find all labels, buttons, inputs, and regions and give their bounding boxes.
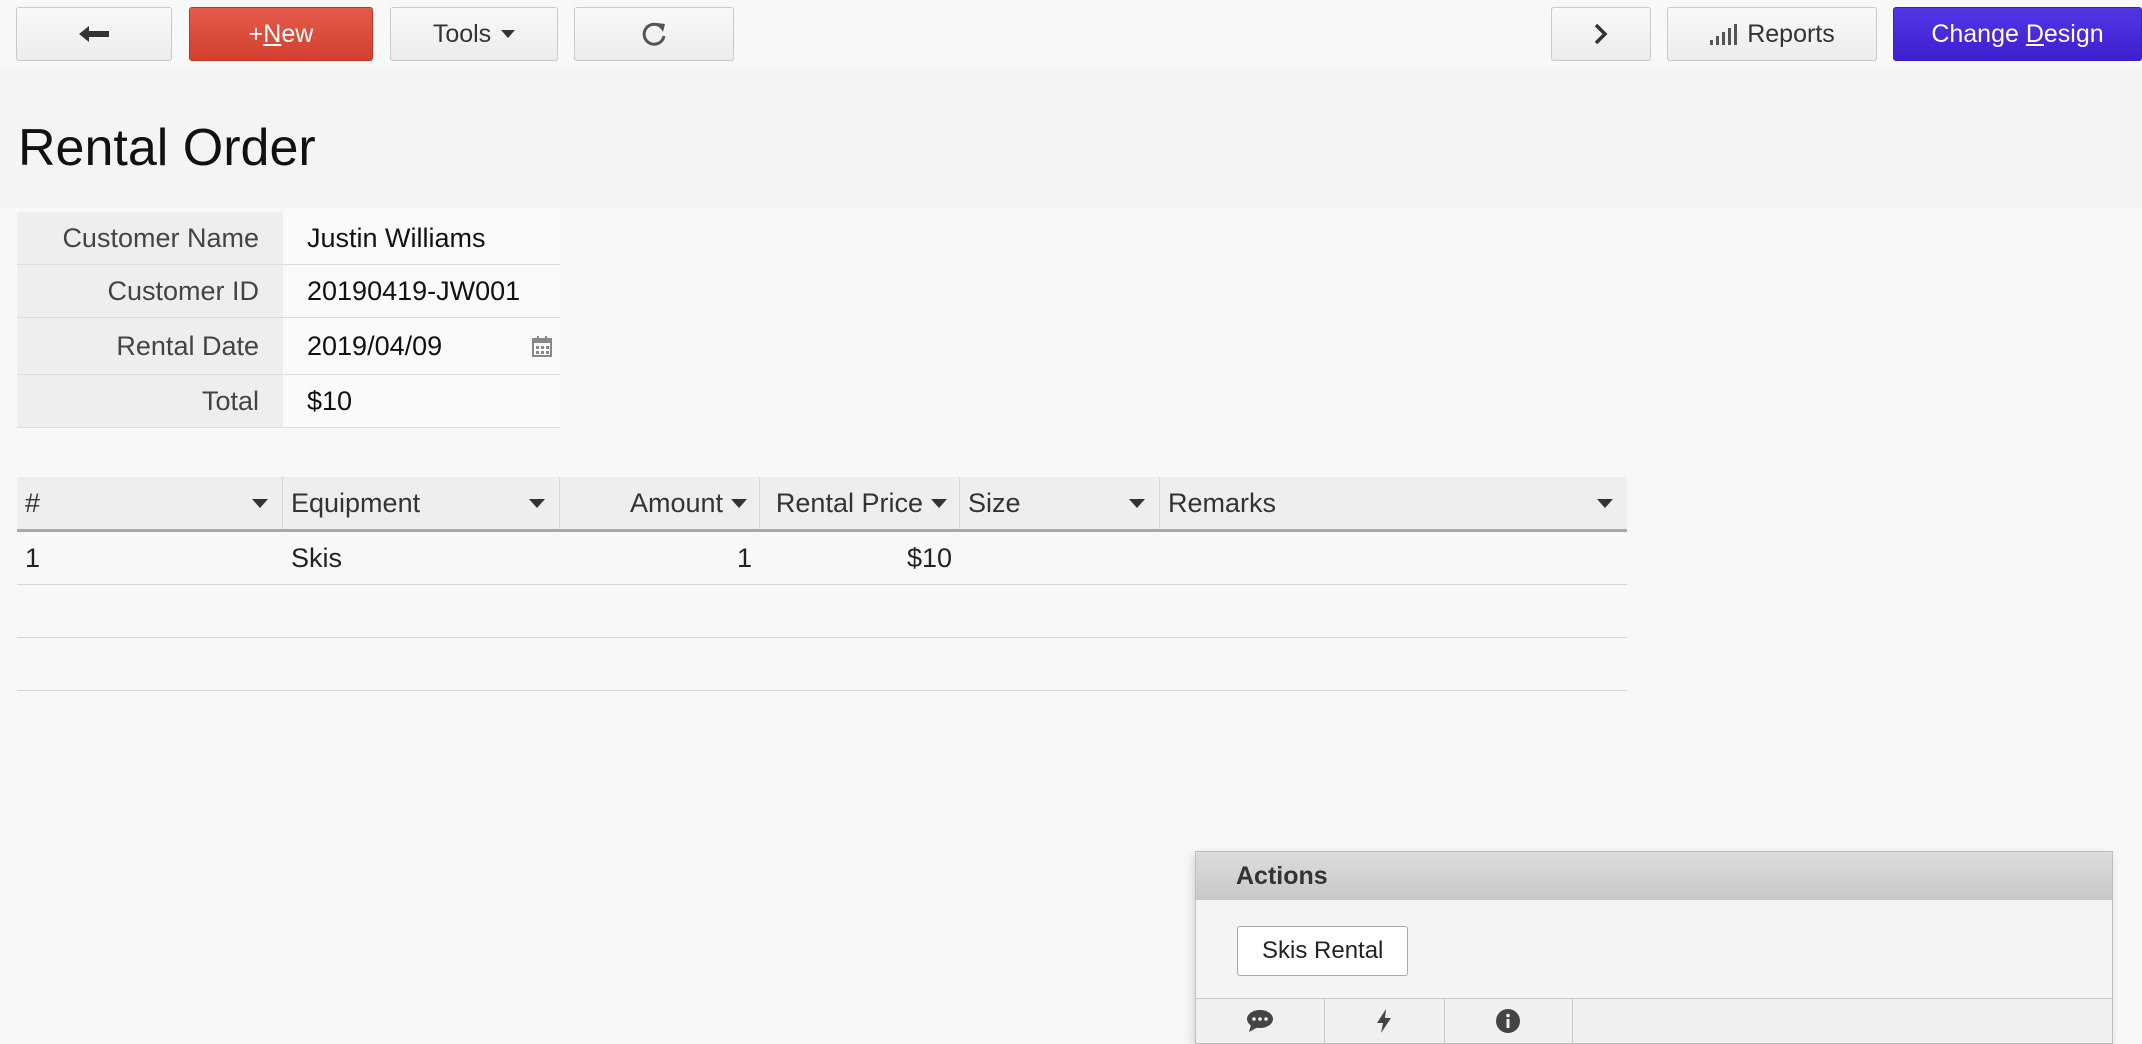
chevron-right-icon: [1594, 23, 1608, 45]
column-header-equipment[interactable]: Equipment: [283, 477, 560, 529]
lightning-icon: [1377, 1009, 1391, 1033]
header-label: Rental Price: [775, 488, 923, 518]
arrow-left-icon: [79, 26, 109, 42]
design-accel: D: [2025, 19, 2044, 48]
header-label: Size: [968, 488, 1021, 518]
actions-panel: Actions Skis Rental: [1195, 851, 2113, 1044]
cell-size[interactable]: [960, 638, 1160, 690]
cell-rental-price[interactable]: [760, 638, 960, 690]
cell-remarks[interactable]: [1160, 585, 1627, 637]
field-label: Customer Name: [17, 212, 283, 264]
header-label: #: [25, 488, 41, 518]
design-prefix: Change: [1931, 19, 2026, 48]
column-header-amount[interactable]: Amount: [560, 477, 760, 529]
skis-rental-action-button[interactable]: Skis Rental: [1237, 926, 1409, 976]
speech-bubble-icon: [1247, 1010, 1273, 1032]
column-header-rental-price[interactable]: Rental Price: [760, 477, 960, 529]
cell-equipment[interactable]: [283, 638, 560, 690]
customer-id-input[interactable]: 20190419-JW001: [283, 265, 560, 317]
total-value: $10: [283, 375, 560, 427]
column-header-size[interactable]: Size: [960, 477, 1160, 529]
field-customer-id: Customer ID 20190419-JW001: [17, 265, 560, 318]
sort-dropdown-icon[interactable]: [529, 499, 545, 508]
rental-date-value: 2019/04/09: [307, 331, 443, 361]
table-header: # Equipment Amount Rental Price Size Rem…: [17, 477, 1627, 532]
cell-equipment[interactable]: Skis: [283, 532, 560, 584]
info-icon: [1496, 1009, 1520, 1033]
cell-amount[interactable]: [560, 585, 760, 637]
cell-remarks[interactable]: [1160, 532, 1627, 584]
design-rest: esign: [2043, 19, 2104, 48]
sort-dropdown-icon[interactable]: [252, 499, 268, 508]
back-button[interactable]: [16, 7, 172, 61]
new-record-button[interactable]: + New: [189, 7, 373, 61]
actions-panel-title: Actions: [1196, 852, 2112, 900]
field-customer-name: Customer Name Justin Williams: [17, 212, 560, 265]
cell-amount[interactable]: [560, 638, 760, 690]
equipment-table: # Equipment Amount Rental Price Size Rem…: [17, 477, 1627, 691]
cell-rental-price[interactable]: $10: [760, 532, 960, 584]
reports-label: Reports: [1747, 19, 1835, 48]
customer-name-input[interactable]: Justin Williams: [283, 212, 560, 264]
cell-number[interactable]: [17, 585, 283, 637]
new-accel: N: [263, 19, 282, 48]
column-header-number[interactable]: #: [17, 477, 283, 529]
calendar-icon[interactable]: [532, 335, 552, 357]
field-label: Customer ID: [17, 265, 283, 317]
title-band: [0, 68, 2142, 208]
tools-label: Tools: [432, 19, 492, 48]
cell-amount[interactable]: 1: [560, 532, 760, 584]
comments-tab[interactable]: [1196, 999, 1325, 1043]
cell-size[interactable]: [960, 585, 1160, 637]
header-label: Amount: [629, 488, 723, 518]
cell-number[interactable]: [17, 638, 283, 690]
field-label: Total: [17, 375, 283, 427]
header-label: Remarks: [1168, 488, 1277, 518]
automation-tab[interactable]: [1324, 999, 1445, 1043]
rental-date-input[interactable]: 2019/04/09: [283, 318, 560, 374]
tools-dropdown-button[interactable]: Tools: [390, 7, 558, 61]
new-rest: ew: [281, 19, 314, 48]
field-rental-date: Rental Date 2019/04/09: [17, 318, 560, 375]
new-prefix: +: [248, 19, 264, 48]
table-row[interactable]: 1 Skis 1 $10: [17, 532, 1627, 585]
page-title: Rental Order: [18, 119, 316, 177]
actions-panel-footer: [1196, 998, 2112, 1043]
signal-bars-icon: [1710, 24, 1738, 45]
column-header-remarks[interactable]: Remarks: [1160, 477, 1627, 529]
refresh-icon: [642, 22, 666, 46]
cell-size[interactable]: [960, 532, 1160, 584]
sort-dropdown-icon[interactable]: [731, 499, 747, 508]
sort-dropdown-icon[interactable]: [931, 499, 947, 508]
cell-number[interactable]: 1: [17, 532, 283, 584]
cell-rental-price[interactable]: [760, 585, 960, 637]
table-row[interactable]: [17, 585, 1627, 638]
refresh-button[interactable]: [574, 7, 734, 61]
change-design-button[interactable]: Change Design: [1893, 7, 2142, 61]
cell-equipment[interactable]: [283, 585, 560, 637]
next-record-button[interactable]: [1551, 7, 1651, 61]
sort-dropdown-icon[interactable]: [1597, 499, 1613, 508]
header-label: Equipment: [291, 488, 421, 518]
field-total: Total $10: [17, 375, 560, 428]
table-row[interactable]: [17, 638, 1627, 691]
caret-down-icon: [501, 30, 516, 38]
reports-button[interactable]: Reports: [1667, 7, 1877, 61]
cell-remarks[interactable]: [1160, 638, 1627, 690]
field-label: Rental Date: [17, 318, 283, 374]
sort-dropdown-icon[interactable]: [1129, 499, 1145, 508]
info-tab[interactable]: [1444, 999, 1573, 1043]
